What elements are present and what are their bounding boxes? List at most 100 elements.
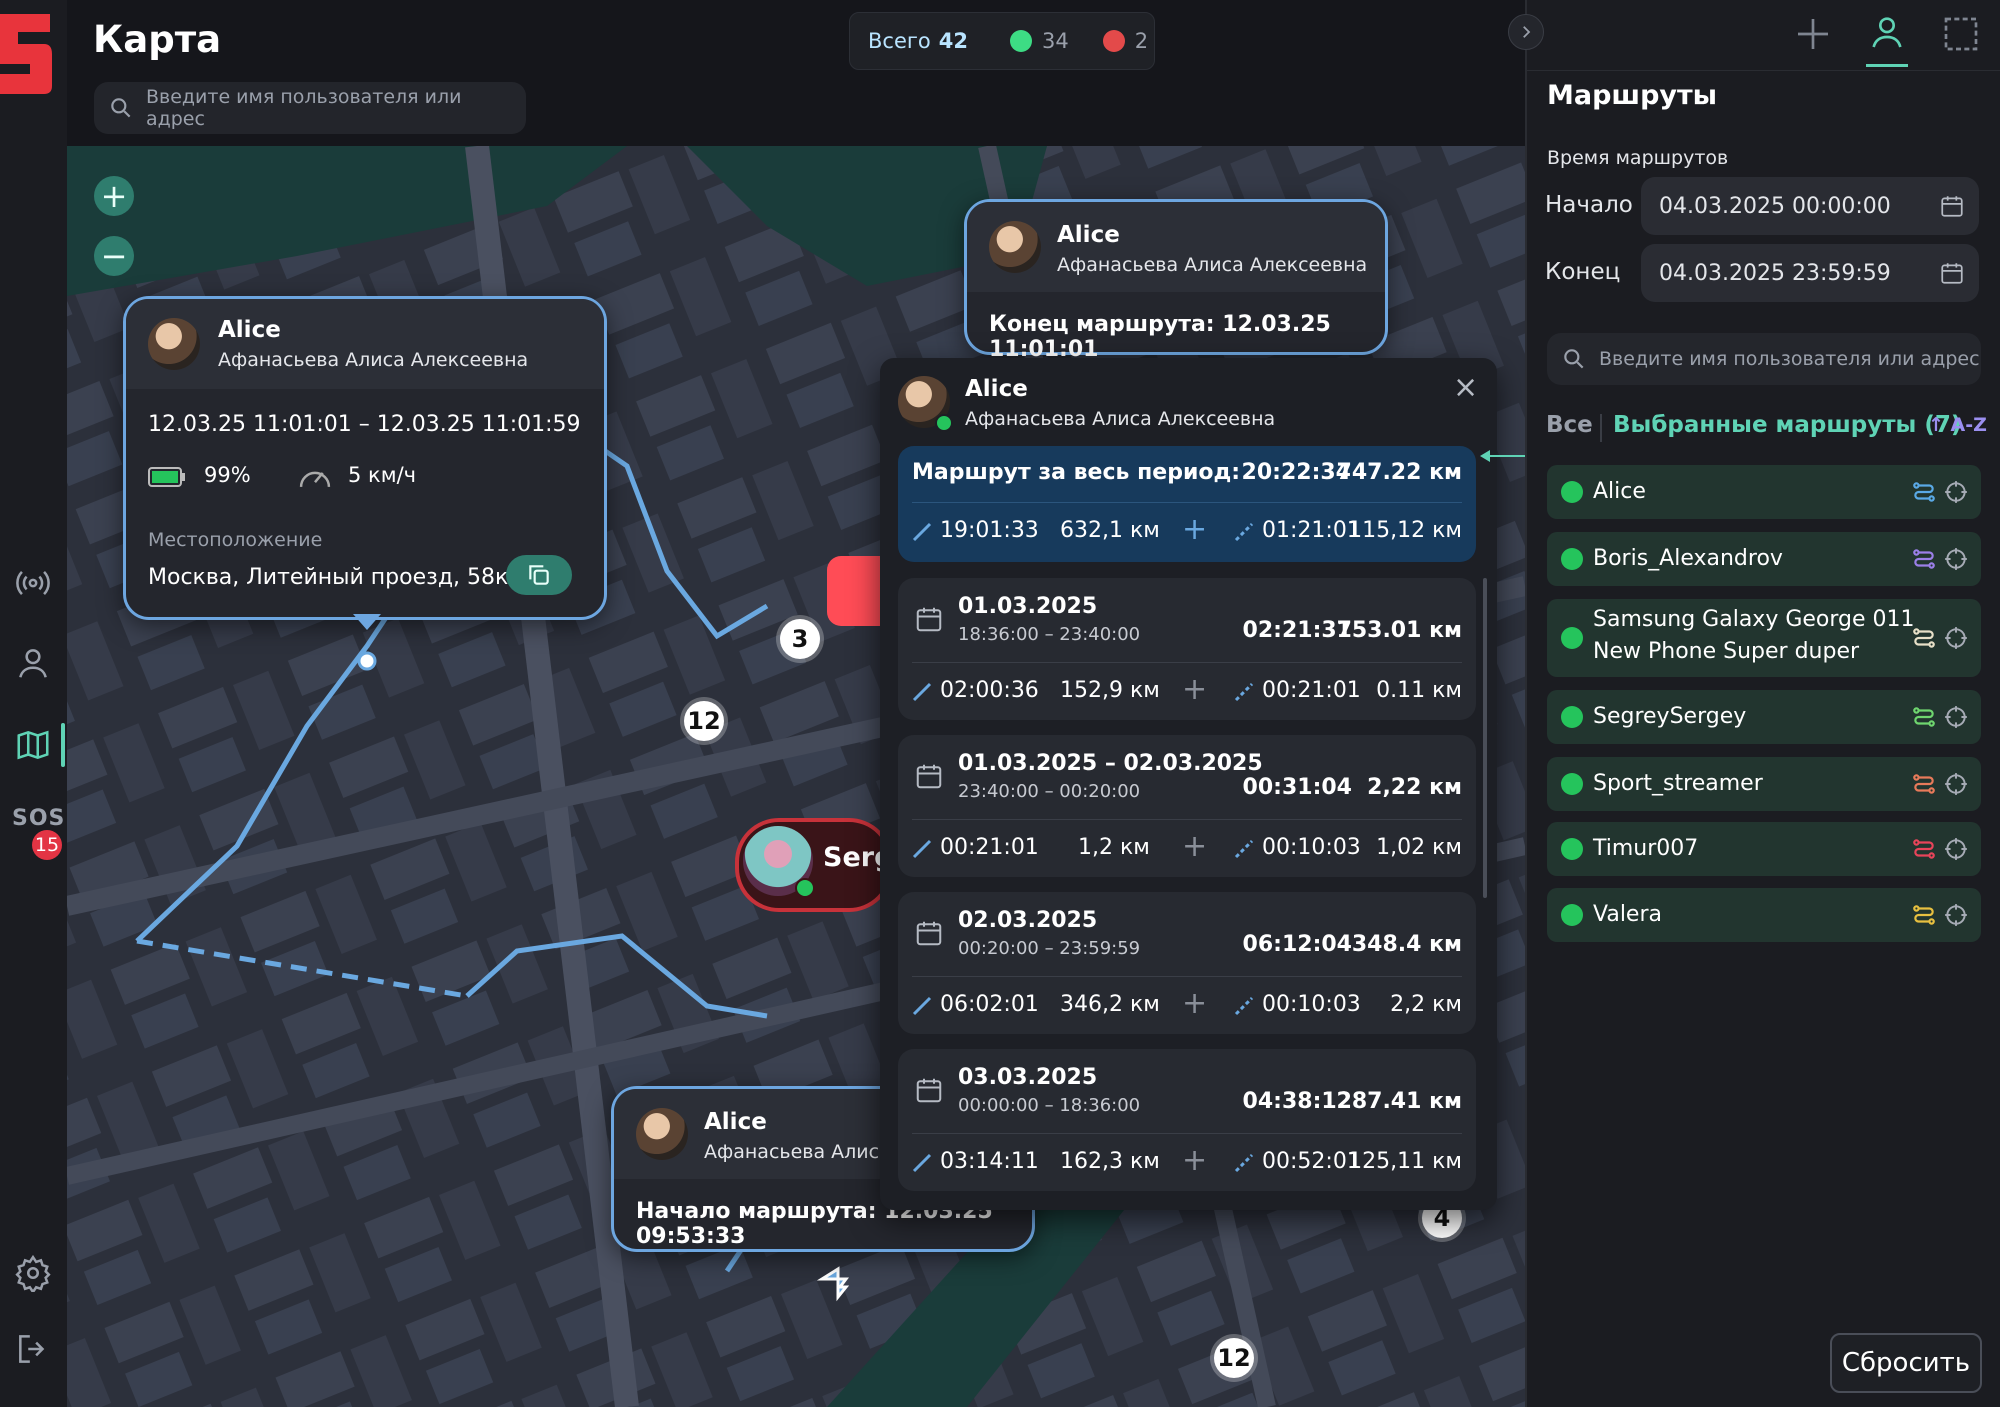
divider <box>1600 414 1602 442</box>
sort-arrow-icon: ↑ <box>1928 414 1944 436</box>
search-placeholder: Введите имя пользователя или адрес <box>145 86 462 130</box>
end-datetime-field[interactable]: 04.03.2025 23:59:59 <box>1641 244 1979 302</box>
copy-address-button[interactable] <box>506 555 572 595</box>
collapse-panel-button[interactable] <box>1508 14 1544 50</box>
routes-search-input[interactable]: Введите имя пользователя или адрес <box>1547 333 1981 385</box>
gap-time: 00:10:03 <box>1262 992 1361 1017</box>
user-name: Samsung Galaxy George 011 <box>1593 607 1915 632</box>
route-user-item[interactable]: SegreySergey <box>1547 690 1981 744</box>
route-user-item[interactable]: Valera <box>1547 888 1981 942</box>
user-tab-icon[interactable] <box>1867 12 1907 52</box>
gap-time: 01:21:01 <box>1262 518 1361 543</box>
target-icon[interactable] <box>1943 836 1969 862</box>
speed-value: 5 км/ч <box>348 463 417 487</box>
user-full-name: Афанасьева Алиса Алексеевна <box>965 408 1276 430</box>
add-icon[interactable] <box>1793 14 1833 54</box>
user-name: Alice <box>1057 222 1120 248</box>
calendar-icon <box>916 764 942 789</box>
route-user-item[interactable]: Sport_streamer <box>1547 757 1981 811</box>
target-icon[interactable] <box>1943 625 1969 651</box>
target-icon[interactable] <box>1943 771 1969 797</box>
sos-label[interactable]: SOS <box>12 806 65 831</box>
search-icon <box>111 98 131 118</box>
calendar-icon[interactable] <box>1939 260 1965 286</box>
online-dot-icon <box>1561 904 1583 926</box>
offline-dot-icon <box>1102 30 1125 52</box>
start-datetime-field[interactable]: 04.03.2025 00:00:00 <box>1641 177 1979 235</box>
online-dot-icon <box>1010 30 1032 52</box>
route-user-item[interactable]: Boris_Alexandrov <box>1547 532 1981 586</box>
cluster-marker[interactable]: 12 <box>1214 1338 1254 1378</box>
app-logo[interactable] <box>0 14 52 94</box>
route-end-card: Alice Афанасьева Алиса Алексеевна Конец … <box>964 199 1388 362</box>
move-distance: 632,1 км <box>1060 518 1160 543</box>
target-icon[interactable] <box>1943 546 1969 572</box>
select-area-icon[interactable] <box>1941 14 1981 54</box>
user-marker-serg[interactable]: Serg <box>735 818 893 912</box>
route-icon[interactable] <box>1911 836 1937 862</box>
user-name: Alice <box>704 1109 767 1135</box>
move-distance: 152,9 км <box>1060 678 1160 703</box>
route-user-item[interactable]: Alice <box>1547 465 1981 519</box>
cluster-marker[interactable]: 12 <box>684 701 724 741</box>
route-icon[interactable] <box>1911 625 1937 651</box>
target-icon[interactable] <box>1943 902 1969 928</box>
online-dot-icon <box>935 414 953 432</box>
copy-icon <box>529 565 549 585</box>
close-icon[interactable]: × <box>1453 370 1478 405</box>
online-dot-icon <box>1561 773 1583 795</box>
calendar-icon <box>916 921 942 946</box>
target-icon[interactable] <box>1943 479 1969 505</box>
route-user-item[interactable]: Samsung Galaxy George 011 New Phone Supe… <box>1547 599 1981 677</box>
route-segment[interactable]: 03.03.2025 00:00:00 – 18:36:00 04:38:12 … <box>898 1049 1476 1191</box>
search-icon <box>1564 349 1584 369</box>
battery-icon <box>148 467 185 487</box>
filter-all-tab[interactable]: Все <box>1546 412 1593 438</box>
zoom-out-button[interactable]: − <box>94 236 134 276</box>
routes-time-label: Время маршрутов <box>1547 147 1729 169</box>
route-icon[interactable] <box>1911 902 1937 928</box>
segment-breakdown: 02:00:36 152,9 км + 00:21:01 0.11 км <box>912 672 1462 708</box>
address-text: Москва, Литейный проезд, 58к2 <box>148 565 523 590</box>
popup-scrollbar[interactable] <box>1483 578 1487 898</box>
move-distance: 346,2 км <box>1060 992 1160 1017</box>
route-icon[interactable] <box>1911 479 1937 505</box>
user-name: Alice <box>1593 479 1646 504</box>
route-icon[interactable] <box>1911 704 1937 730</box>
divider <box>912 502 1462 503</box>
plus-icon: + <box>1182 672 1208 707</box>
filter-selected-tab[interactable]: Выбранные маршруты (7) <box>1613 412 1961 438</box>
cluster-marker[interactable]: 3 <box>780 619 820 659</box>
chevron-right-icon <box>1523 26 1531 38</box>
segment-distance: 287.41 км <box>1336 1089 1462 1114</box>
zoom-in-button[interactable]: + <box>94 176 134 216</box>
segment-date: 01.03.2025 <box>958 594 1098 619</box>
location-label: Местоположение <box>148 529 323 551</box>
user-icon[interactable] <box>11 641 55 685</box>
map-search-input[interactable]: Введите имя пользователя или адрес <box>94 82 526 134</box>
logout-icon[interactable] <box>11 1327 55 1371</box>
route-details-popup: Alice Афанасьева Алиса Алексеевна × Марш… <box>880 358 1497 1210</box>
route-segment[interactable]: 01.03.2025 – 02.03.2025 23:40:00 – 00:20… <box>898 735 1476 877</box>
map-icon[interactable] <box>11 723 55 767</box>
calendar-icon[interactable] <box>1939 193 1965 219</box>
route-icon[interactable] <box>1911 546 1937 572</box>
route-total[interactable]: Маршрут за весь период: 20:22:34 747.22 … <box>898 446 1476 562</box>
online-dot-icon <box>1561 838 1583 860</box>
route-segment[interactable]: 02.03.2025 00:20:00 – 23:59:59 06:12:04 … <box>898 892 1476 1034</box>
calendar-icon <box>916 607 942 632</box>
segment-time: 00:20:00 – 23:59:59 <box>958 938 1141 959</box>
segment-distance: 348.4 км <box>1351 932 1462 957</box>
reset-button[interactable]: Сбросить <box>1830 1333 1982 1393</box>
move-time: 19:01:33 <box>940 518 1039 543</box>
online-dot-icon <box>1561 548 1583 570</box>
sort-az-button[interactable]: ↑ A-Z <box>1928 414 1987 436</box>
gear-icon[interactable] <box>11 1251 55 1295</box>
route-user-item[interactable]: Timur007 <box>1547 822 1981 876</box>
route-icon[interactable] <box>1911 771 1937 797</box>
segment-distance: 2,22 км <box>1367 775 1462 800</box>
route-segment[interactable]: 01.03.2025 18:36:00 – 23:40:00 02:21:37 … <box>898 578 1476 720</box>
broadcast-icon[interactable] <box>11 561 55 605</box>
active-indicator <box>61 723 65 767</box>
target-icon[interactable] <box>1943 704 1969 730</box>
